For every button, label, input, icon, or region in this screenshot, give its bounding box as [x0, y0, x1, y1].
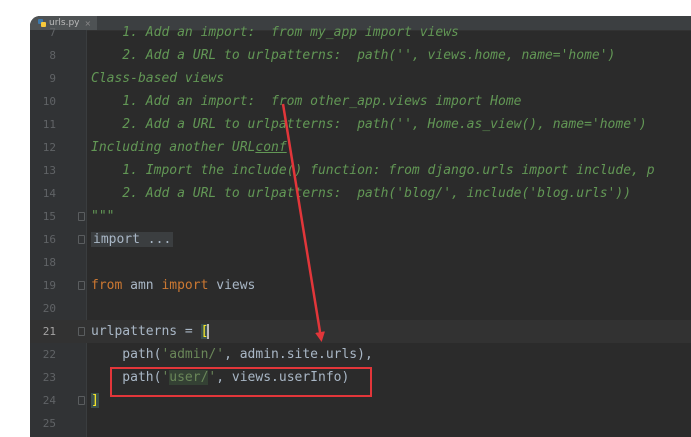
- code-line: 10 1. Add an import: from other_app.view…: [30, 90, 691, 113]
- line-number: 22: [42, 348, 56, 361]
- line-number: 9: [49, 72, 56, 85]
- code-line: 22 path('admin/', admin.site.urls),: [30, 343, 691, 366]
- code-line: 18: [30, 251, 691, 274]
- line-number: 15: [42, 210, 56, 223]
- line-text: path('admin/', admin.site.urls),: [91, 343, 373, 366]
- line-number: 13: [42, 164, 56, 177]
- code-line: 13 1. Import the include() function: fro…: [30, 159, 691, 182]
- line-text: Including another URLconf: [91, 136, 287, 159]
- call-args: , admin.site.urls),: [224, 347, 373, 362]
- fold-icon[interactable]: [78, 212, 85, 221]
- line-text: """: [91, 209, 115, 224]
- line-text: 2. Add a URL to urlpatterns: path('', Ho…: [91, 117, 647, 132]
- line-text: from amn import views: [91, 274, 255, 297]
- code-line: 20: [30, 297, 691, 320]
- matched-bracket: ]: [91, 393, 99, 408]
- import-name: views: [208, 278, 256, 293]
- fold-icon[interactable]: [78, 396, 85, 405]
- code-line: 16 import ...: [30, 228, 691, 251]
- line-number: 25: [42, 417, 56, 430]
- line-number: 12: [42, 141, 56, 154]
- variable-assignment: urlpatterns =: [91, 324, 201, 339]
- code-line: 11 2. Add a URL to urlpatterns: path('',…: [30, 113, 691, 136]
- line-number: 10: [42, 95, 56, 108]
- line-number: 19: [42, 279, 56, 292]
- line-text: 1. Import the include() function: from d…: [91, 163, 655, 178]
- line-text: 2. Add a URL to urlpatterns: path('', vi…: [91, 48, 616, 63]
- line-text: urlpatterns = [: [91, 320, 210, 343]
- line-number: 14: [42, 187, 56, 200]
- fold-icon[interactable]: [78, 281, 85, 290]
- code-line: 7 1. Add an import: from my_app import v…: [30, 21, 691, 44]
- line-number: 16: [42, 233, 56, 246]
- spellcheck-word: conf: [255, 140, 287, 155]
- code-line: 19 from amn import views: [30, 274, 691, 297]
- text-caret: [207, 324, 210, 339]
- line-text-prefix: Including another URL: [91, 140, 256, 155]
- annotation-highlight-box: [110, 367, 372, 397]
- fold-icon[interactable]: [78, 327, 85, 336]
- line-number: 20: [42, 302, 56, 315]
- line-text: ]: [91, 389, 99, 412]
- line-text: 1. Add an import: from other_app.views i…: [91, 94, 522, 109]
- line-number: 8: [49, 49, 56, 62]
- line-text: Class-based views: [91, 71, 225, 86]
- line-number: 24: [42, 394, 56, 407]
- code-line: 9 Class-based views: [30, 67, 691, 90]
- fold-icon[interactable]: [78, 235, 85, 244]
- string-literal: 'admin/': [161, 347, 225, 362]
- call-prefix: path(: [91, 347, 162, 362]
- line-number: 7: [49, 26, 56, 39]
- line-number: 23: [42, 371, 56, 384]
- code-line: 8 2. Add a URL to urlpatterns: path('', …: [30, 44, 691, 67]
- keyword: from: [91, 278, 123, 293]
- code-line: 25: [30, 412, 691, 435]
- line-text: 1. Add an import: from my_app import vie…: [91, 25, 459, 40]
- folded-imports[interactable]: import ...: [91, 232, 174, 247]
- line-number: 18: [42, 256, 56, 269]
- current-code-line: 21 urlpatterns = [: [30, 320, 691, 343]
- keyword: import: [161, 278, 209, 293]
- code-line: 12 Including another URLconf: [30, 136, 691, 159]
- code-line: 14 2. Add a URL to urlpatterns: path('bl…: [30, 182, 691, 205]
- code-line: 15 """: [30, 205, 691, 228]
- line-text: import ...: [91, 228, 174, 251]
- line-number: 21: [42, 325, 56, 338]
- line-text: 2. Add a URL to urlpatterns: path('blog/…: [91, 186, 632, 201]
- line-number: 11: [42, 118, 56, 131]
- module-name: amn: [122, 278, 162, 293]
